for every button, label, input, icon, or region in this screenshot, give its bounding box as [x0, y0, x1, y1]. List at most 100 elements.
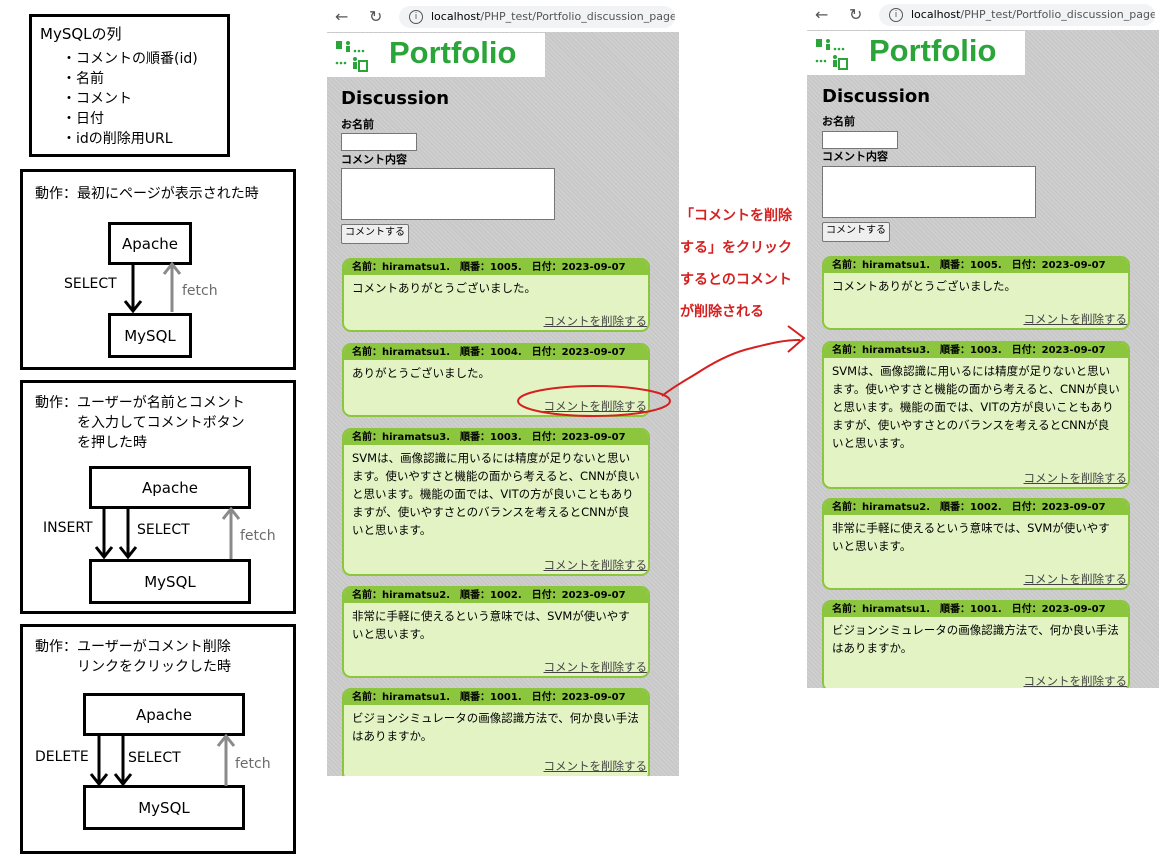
url-host: localhost: [431, 10, 481, 23]
delete-comment-link[interactable]: コメントを削除する: [544, 659, 648, 675]
comment-card: 名前：hiramatsu1. 順番：1001. 日付：2023-09-07 ビジ…: [342, 688, 650, 776]
delete-comment-link[interactable]: コメントを削除する: [1024, 311, 1128, 327]
comment-text: ありがとうございました。: [352, 366, 490, 380]
annotation-arrow: [661, 325, 806, 397]
comment-header: 名前：hiramatsu1. 順番：1001. 日付：2023-09-07: [344, 690, 648, 705]
address-bar[interactable]: i localhost/PHP_test/Portfolio_discussion…: [399, 6, 675, 28]
apache-box: Apache: [83, 693, 245, 736]
comment-header: 名前：hiramatsu2. 順番：1002. 日付：2023-09-07: [824, 500, 1128, 515]
fetch-arrow: [221, 506, 241, 559]
comment-card: 名前：hiramatsu1. 順番：1001. 日付：2023-09-07 ビジ…: [822, 600, 1130, 688]
insert-label: INSERT: [43, 520, 93, 536]
action-label: 動作：ユーザーがコメント削除 リンクをクリックした時: [35, 639, 231, 675]
comment-header: 名前：hiramatsu1. 順番：1005. 日付：2023-09-07: [344, 260, 648, 275]
back-arrow-icon[interactable]: ←: [335, 7, 348, 26]
diagram-delete-comment: 動作：ユーザーがコメント削除 リンクをクリックした時 Apache MySQL …: [20, 624, 296, 854]
comment-card: 名前：hiramatsu3. 順番：1003. 日付：2023-09-07 SV…: [822, 341, 1130, 489]
comment-text: 非常に手軽に使えるという意味では、SVMが使いやすいと思います。: [832, 521, 1110, 553]
discussion-title: Discussion: [341, 88, 450, 109]
select-label: SELECT: [64, 276, 117, 292]
site-logo: Portfolio: [869, 33, 997, 68]
submit-comment-button[interactable]: コメントする: [822, 222, 890, 242]
browser-toolbar: ← ↻ i localhost/PHP_test/Portfolio_discus…: [327, 2, 679, 32]
name-label: お名前: [341, 118, 374, 131]
select-arrow: [113, 736, 133, 787]
name-input[interactable]: [341, 133, 417, 151]
address-bar[interactable]: i localhost/PHP_test/Portfolio_discussion…: [879, 4, 1155, 26]
browser-after-delete: ← ↻ i localhost/PHP_test/Portfolio_discus…: [807, 0, 1159, 688]
column-item: ・idの削除用URL: [62, 131, 173, 147]
delete-label: DELETE: [35, 749, 89, 765]
delete-comment-link[interactable]: コメントを削除する: [544, 758, 648, 774]
comment-header: 名前：hiramatsu1. 順番：1001. 日付：2023-09-07: [824, 602, 1128, 617]
mysql-columns-title: MySQLの列: [40, 25, 122, 43]
mysql-box: MySQL: [108, 313, 192, 358]
comment-card: 名前：hiramatsu2. 順番：1002. 日付：2023-09-07 非常…: [342, 586, 650, 678]
fetch-label: fetch: [235, 756, 271, 772]
name-label: お名前: [822, 115, 855, 128]
reload-icon[interactable]: ↻: [369, 7, 382, 26]
url-host: localhost: [911, 8, 961, 21]
comment-text: コメントありがとうございました。: [352, 281, 536, 295]
annotation-text: 「コメントを削除 する」をクリック するとのコメント が削除される: [680, 208, 792, 320]
highlight-circle: [517, 385, 671, 417]
name-input[interactable]: [822, 131, 898, 149]
fetch-arrow: [216, 733, 236, 786]
delete-comment-link[interactable]: コメントを削除する: [544, 313, 648, 329]
site-header: Portfolio: [807, 31, 1025, 75]
site-header: Portfolio: [327, 33, 545, 77]
info-icon[interactable]: i: [889, 8, 903, 22]
column-item: ・名前: [62, 71, 104, 87]
comment-header: 名前：hiramatsu2. 順番：1002. 日付：2023-09-07: [344, 588, 648, 603]
browser-toolbar: ← ↻ i localhost/PHP_test/Portfolio_discus…: [807, 0, 1159, 30]
comment-text: ビジョンシミュレータの画像認識方法で、何か良い手法はありますか。: [352, 711, 639, 743]
discussion-title: Discussion: [822, 86, 931, 107]
comment-text: コメントありがとうございました。: [832, 279, 1016, 293]
fetch-label: fetch: [182, 283, 218, 299]
diagram-submit-comment: 動作：ユーザーが名前とコメント を入力してコメントボタン を押した時 Apach…: [20, 380, 296, 614]
mysql-columns-panel: MySQLの列 ・コメントの順番(id) ・名前 ・コメント ・日付 ・idの削…: [29, 14, 230, 157]
site-logo: Portfolio: [389, 35, 517, 70]
comment-label: コメント内容: [341, 153, 407, 166]
action-label: 動作：最初にページが表示された時: [35, 186, 259, 202]
comment-card: 名前：hiramatsu2. 順番：1002. 日付：2023-09-07 非常…: [822, 498, 1130, 590]
logo-icon: [815, 39, 848, 70]
select-label: SELECT: [128, 750, 181, 766]
comment-text: ビジョンシミュレータの画像認識方法で、何か良い手法はありますか。: [832, 623, 1119, 655]
comment-textarea[interactable]: [822, 166, 1036, 218]
comment-header: 名前：hiramatsu1. 順番：1005. 日付：2023-09-07: [824, 258, 1128, 273]
column-item: ・日付: [62, 111, 104, 127]
comment-text: SVMは、画像認識に用いるには精度が足りないと思います。使いやすさと機能の面から…: [832, 364, 1120, 450]
comment-card: 名前：hiramatsu3. 順番：1003. 日付：2023-09-07 SV…: [342, 428, 650, 576]
apache-box: Apache: [108, 222, 192, 265]
insert-arrow: [94, 509, 114, 560]
select-arrow: [123, 265, 143, 314]
delete-arrow: [89, 736, 109, 787]
apache-box: Apache: [89, 466, 251, 509]
column-item: ・コメントの順番(id): [62, 51, 198, 67]
mysql-column-list: ・コメントの順番(id) ・名前 ・コメント ・日付 ・idの削除用URL: [62, 49, 198, 149]
diagram-initial-load: 動作：最初にページが表示された時 Apache MySQL SELECT fet…: [20, 169, 296, 370]
mysql-box: MySQL: [89, 559, 251, 604]
reload-icon[interactable]: ↻: [849, 5, 862, 24]
mysql-box: MySQL: [83, 785, 245, 830]
delete-comment-link[interactable]: コメントを削除する: [1024, 571, 1128, 587]
submit-comment-button[interactable]: コメントする: [341, 224, 409, 244]
logo-icon: [335, 41, 368, 72]
comment-header: 名前：hiramatsu3. 順番：1003. 日付：2023-09-07: [824, 343, 1128, 358]
fetch-arrow: [162, 261, 182, 312]
column-item: ・コメント: [62, 91, 132, 107]
comment-label: コメント内容: [822, 150, 888, 163]
back-arrow-icon[interactable]: ←: [815, 5, 828, 24]
comment-card: 名前：hiramatsu1. 順番：1005. 日付：2023-09-07 コメ…: [342, 258, 650, 332]
fetch-label: fetch: [240, 528, 276, 544]
delete-comment-link[interactable]: コメントを削除する: [1024, 673, 1128, 688]
delete-comment-link[interactable]: コメントを削除する: [544, 557, 648, 573]
comment-header: 名前：hiramatsu1. 順番：1004. 日付：2023-09-07: [344, 345, 648, 360]
comment-textarea[interactable]: [341, 168, 555, 220]
comment-card: 名前：hiramatsu1. 順番：1005. 日付：2023-09-07 コメ…: [822, 256, 1130, 330]
info-icon[interactable]: i: [409, 10, 423, 24]
delete-comment-link[interactable]: コメントを削除する: [1024, 470, 1128, 486]
action-label: 動作：ユーザーが名前とコメント を入力してコメントボタン を押した時: [35, 395, 245, 451]
select-label: SELECT: [137, 522, 190, 538]
